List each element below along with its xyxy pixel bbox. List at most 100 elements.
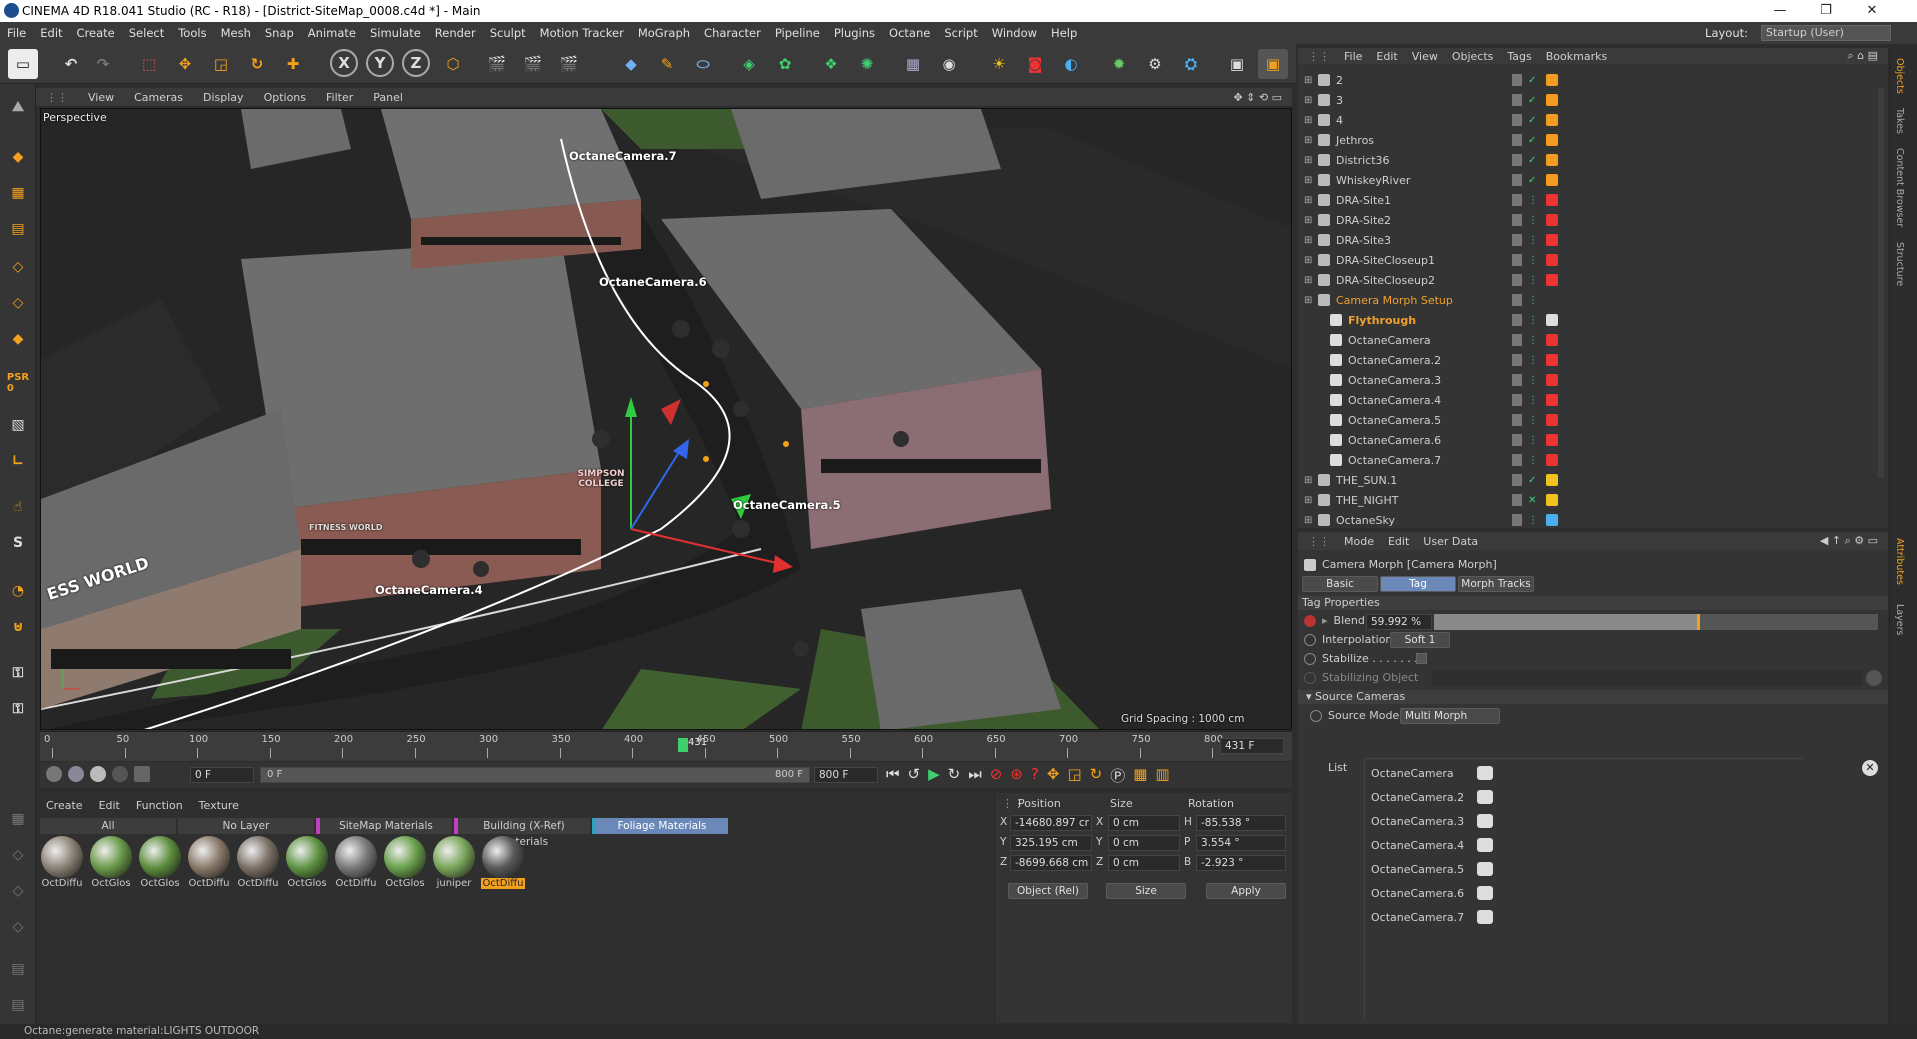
enable-toggle-icon[interactable]: ✓ [1528, 475, 1536, 486]
rotate-tool-icon[interactable]: ↻ [242, 49, 272, 79]
position-field[interactable]: -14680.897 cr [1010, 815, 1092, 831]
source-camera-list[interactable]: OctaneCamera OctaneCamera.2 OctaneCamera.3… [1364, 758, 1804, 1018]
menu-window[interactable]: Window [985, 26, 1044, 40]
object-tag-icon[interactable] [1546, 314, 1558, 326]
object-row[interactable]: OctaneCamera.5 ⋮ [1298, 410, 1888, 430]
object-tag-icon[interactable] [1546, 74, 1558, 86]
expand-toggle-icon[interactable]: ⊞ [1304, 195, 1312, 206]
mat-tab-building[interactable]: Building (X-Ref) Materials [454, 818, 590, 848]
size-field[interactable]: 0 cm [1108, 815, 1180, 831]
layer-visibility-icon[interactable] [1512, 494, 1522, 506]
create-tool-icon[interactable]: ✚ [278, 49, 308, 79]
enable-toggle-icon[interactable]: ✓ [1528, 155, 1536, 166]
mat-tab-foliage[interactable]: Foliage Materials [592, 818, 728, 834]
coordinate-system-icon[interactable]: ⬡ [438, 49, 468, 79]
lock-workplane-icon[interactable]: ⚿ [3, 658, 33, 688]
autokey-icon[interactable]: ⊛ [1010, 765, 1023, 786]
obj-menu-objects[interactable]: Objects [1452, 50, 1494, 63]
layout-switch-icon[interactable]: ▣ [1222, 49, 1252, 79]
octane-render-icon[interactable]: ◙ [1020, 49, 1050, 79]
blend-field[interactable]: 59.992 % [1366, 614, 1432, 630]
mat-menu-texture[interactable]: Texture [199, 799, 239, 812]
menu-pipeline[interactable]: Pipeline [768, 26, 827, 40]
object-tag-icon[interactable] [1546, 114, 1558, 126]
menu-edit[interactable]: Edit [33, 26, 69, 40]
enable-toggle-icon[interactable]: ✓ [1528, 115, 1536, 126]
material-swatch[interactable]: OctGlos [285, 836, 329, 889]
rotation-field[interactable]: -85.538 ° [1196, 815, 1286, 831]
object-tag-icon[interactable] [1546, 334, 1558, 346]
vp-menu-options[interactable]: Options [254, 91, 316, 104]
material-swatch[interactable]: OctGlos [138, 836, 182, 889]
menu-snap[interactable]: Snap [258, 26, 301, 40]
y-axis-lock-icon[interactable]: Y [366, 49, 394, 77]
sculpt-icon[interactable]: ▦ [3, 804, 33, 834]
enable-toggle-icon[interactable]: ⋮ [1528, 375, 1538, 386]
minimize-icon[interactable]: — [1757, 0, 1803, 22]
camera-label-5[interactable]: OctaneCamera.5 [733, 498, 841, 512]
expand-toggle-icon[interactable]: ⊞ [1304, 495, 1312, 506]
menu-file[interactable]: File [0, 26, 33, 40]
material-swatch[interactable]: juniper [432, 836, 476, 889]
menu-render[interactable]: Render [428, 26, 483, 40]
object-row[interactable]: ⊞ 2 ✓ [1298, 70, 1888, 90]
material-preview-3-icon[interactable] [90, 766, 106, 782]
stabobj-animate-icon[interactable] [1304, 671, 1316, 684]
render-view-icon[interactable]: 🎬 [482, 49, 512, 79]
obj-menu-view[interactable]: View [1412, 50, 1438, 63]
object-row[interactable]: ⊞ THE_SUN.1 ✓ [1298, 470, 1888, 490]
vp-menu-filter[interactable]: Filter [316, 91, 363, 104]
object-row[interactable]: Flythrough ⋮ [1298, 310, 1888, 330]
axis-mode-icon[interactable]: ∟ [3, 446, 33, 476]
planar-workplane-icon[interactable]: ⚿ [3, 694, 33, 724]
coord-mode-dropdown[interactable]: Object (Rel) [1008, 883, 1088, 899]
layer-visibility-icon[interactable] [1512, 474, 1522, 486]
magnet-icon[interactable]: ⊍ [3, 612, 33, 642]
menu-mesh[interactable]: Mesh [214, 26, 258, 40]
layer-visibility-icon[interactable] [1512, 74, 1522, 86]
enable-toggle-icon[interactable]: ⋮ [1528, 395, 1538, 406]
list-remove-icon[interactable]: ✕ [1862, 760, 1878, 776]
enable-toggle-icon[interactable]: ⋮ [1528, 415, 1538, 426]
layer-visibility-icon[interactable] [1512, 394, 1522, 406]
rotation-field[interactable]: -2.923 ° [1196, 855, 1286, 871]
layer-visibility-icon[interactable] [1512, 194, 1522, 206]
disabled-tool-4-icon[interactable]: ▤ [3, 954, 33, 984]
enable-toggle-icon[interactable]: ⋮ [1528, 315, 1538, 326]
points-mode-icon[interactable]: ◇ [3, 252, 33, 282]
enable-toggle-icon[interactable]: ⋮ [1528, 355, 1538, 366]
layer-visibility-icon[interactable] [1512, 154, 1522, 166]
object-tag-icon[interactable] [1546, 374, 1558, 386]
source-camera-item[interactable]: OctaneCamera.3 [1371, 811, 1501, 831]
attr-nav-icons[interactable]: ◀ ↑ ⌕ ⚙ ▭ [1820, 534, 1888, 548]
viewport-solo-icon[interactable]: ▧ [3, 410, 33, 440]
position-field[interactable]: -8699.668 cm [1010, 855, 1092, 871]
octane-settings-icon[interactable]: ✹ [1104, 49, 1134, 79]
blend-animate-icon[interactable] [1304, 614, 1316, 627]
expand-toggle-icon[interactable]: ⊞ [1304, 175, 1312, 186]
object-row[interactable]: OctaneCamera.4 ⋮ [1298, 390, 1888, 410]
menu-mograph[interactable]: MoGraph [631, 26, 697, 40]
layout-dropdown[interactable]: Startup (User) [1761, 25, 1891, 41]
play-icon[interactable]: ▶ [928, 765, 940, 786]
obj-menu-bookmarks[interactable]: Bookmarks [1546, 50, 1607, 63]
current-frame-marker[interactable] [678, 738, 688, 752]
startup-layout-icon[interactable]: ▣ [1258, 49, 1288, 79]
object-tag-icon[interactable] [1546, 174, 1558, 186]
deformer-icon[interactable]: ❖ [816, 49, 846, 79]
param-key-icon[interactable]: Ⓟ [1110, 765, 1125, 786]
layer-visibility-icon[interactable] [1512, 514, 1522, 526]
source-camera-item[interactable]: OctaneCamera.7 [1371, 907, 1501, 927]
object-tag-icon[interactable] [1546, 454, 1558, 466]
mat-tab-all[interactable]: All [40, 818, 176, 834]
material-swatch[interactable]: OctDiffu [187, 836, 231, 889]
source-camera-item[interactable]: OctaneCamera.6 [1371, 883, 1501, 903]
tab-takes[interactable]: Takes [1894, 108, 1905, 134]
source-mode-animate-icon[interactable] [1310, 709, 1322, 722]
polygons-mode-icon[interactable]: ◆ [3, 324, 33, 354]
edges-mode-icon[interactable]: ◇ [3, 288, 33, 318]
object-row[interactable]: ⊞ DRA-Site3 ⋮ [1298, 230, 1888, 250]
menu-octane[interactable]: Octane [882, 26, 937, 40]
menu-sculpt[interactable]: Sculpt [483, 26, 533, 40]
layer-visibility-icon[interactable] [1512, 354, 1522, 366]
